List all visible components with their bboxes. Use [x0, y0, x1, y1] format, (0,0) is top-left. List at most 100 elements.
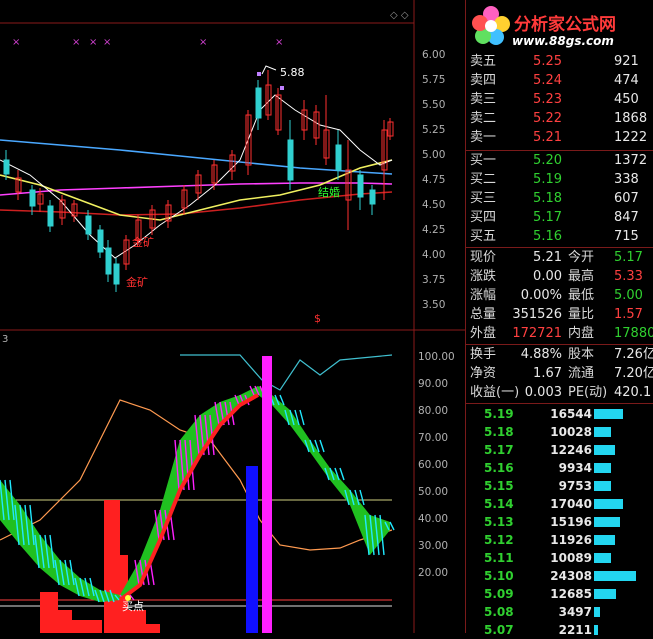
- row-value2: 847: [614, 210, 639, 225]
- row-label2: 量比: [568, 307, 595, 322]
- quote-row: 涨幅 0.00% 最低 5.00: [466, 287, 653, 305]
- row-label: 买五: [470, 229, 497, 244]
- row-label2: 最高: [568, 269, 595, 284]
- row-label: 涨跌: [470, 269, 497, 284]
- brand-name: 分析家公式网: [514, 15, 616, 35]
- ask-row: 卖五 5.25 921: [466, 53, 653, 71]
- brand-url[interactable]: www.88gs.com: [512, 34, 614, 48]
- tick-volume-bar: [594, 607, 600, 617]
- site-logo: 分析家公式网 www.88gs.com: [466, 0, 653, 50]
- osc-band: [0, 385, 395, 603]
- signal-markers: × × × × × ×: [12, 37, 283, 48]
- row-value2: 7.26亿: [614, 347, 653, 362]
- tick-row: 5.08 3497: [466, 603, 653, 621]
- price-axis: 6.00 5.75 5.50 5.25 5.00 4.75 4.50 4.25 4.00 3.75…: [422, 49, 445, 311]
- row-value: 5.17: [533, 210, 562, 225]
- tick-row: 5.15 9753: [466, 477, 653, 495]
- tick-price: 5.12: [484, 533, 514, 547]
- tick-row: 5.18 10028: [466, 423, 653, 441]
- tick-volume-bar: [594, 499, 623, 509]
- finance-row: 净资 1.67 流通 7.20亿: [466, 365, 653, 383]
- tick-volume: 12246: [550, 443, 592, 457]
- quote-row: 现价 5.21 今开 5.17: [466, 249, 653, 267]
- row-label: 卖三: [470, 92, 497, 107]
- tick-volume: 11926: [550, 533, 592, 547]
- dollar-marker: $: [314, 312, 321, 325]
- buy-point-label: 买点: [122, 600, 144, 613]
- osc-axis: 100.00 90.00 80.00 70.00 60.00 50.00 40.00 30.0…: [418, 351, 455, 579]
- tick-price: 5.16: [484, 461, 514, 475]
- row-label: 卖二: [470, 111, 497, 126]
- row-label2: PE(动): [568, 385, 608, 400]
- row-label: 涨幅: [470, 288, 497, 303]
- ma-blue: [0, 139, 393, 175]
- chart-area[interactable]: × × × × × × ◇ ◇ 5.88 金矿 金矿 结婚 $ 6.005.75…: [0, 0, 465, 633]
- tick-row: 5.09 12685: [466, 585, 653, 603]
- svg-text:×: ×: [199, 37, 207, 48]
- row-value2: 7.20亿: [614, 366, 653, 381]
- svg-text:×: ×: [72, 37, 80, 48]
- row-value2: 5.33: [614, 269, 643, 284]
- low-signal-label: 金矿: [126, 275, 148, 289]
- row-label: 总量: [470, 307, 497, 322]
- row-label: 现价: [470, 250, 497, 265]
- tick-price: 5.14: [484, 497, 514, 511]
- tick-volume: 9753: [558, 479, 592, 493]
- svg-text:×: ×: [89, 37, 97, 48]
- blue-signal-bar: [246, 466, 258, 633]
- row-value2: 450: [614, 92, 639, 107]
- row-value: 5.18: [533, 191, 562, 206]
- tick-volume: 9934: [558, 461, 592, 475]
- quote-row: 总量 351526 量比 1.57: [466, 306, 653, 324]
- bid-row: 买四 5.17 847: [466, 209, 653, 227]
- price-tick: 5.00: [422, 149, 445, 161]
- finance-row: 换手 4.88% 股本 7.26亿: [466, 346, 653, 364]
- row-label: 外盘: [470, 326, 497, 341]
- row-label: 买一: [470, 153, 497, 168]
- signal3-label: 结婚: [318, 185, 340, 199]
- upper-signal-label: 金矿: [132, 235, 154, 249]
- osc-tick: 90.00: [418, 378, 448, 390]
- tick-volume: 10089: [550, 551, 592, 565]
- tick-volume-bar: [594, 517, 620, 527]
- row-label2: 股本: [568, 347, 595, 362]
- tick-volume-bar: [594, 445, 615, 455]
- tick-volume: 16544: [550, 407, 592, 421]
- row-value: 5.19: [533, 172, 562, 187]
- row-label2: 最低: [568, 288, 595, 303]
- price-tick: 5.75: [422, 74, 445, 86]
- row-label2: 流通: [568, 366, 595, 381]
- row-value: 351526: [512, 307, 562, 322]
- osc-tick: 30.00: [418, 540, 448, 552]
- row-value: 0.00: [533, 269, 562, 284]
- tick-row: 5.12 11926: [466, 531, 653, 549]
- row-value2: 5.00: [614, 288, 643, 303]
- tick-volume: 24308: [550, 569, 592, 583]
- row-value: 5.20: [533, 153, 562, 168]
- tick-price: 5.11: [484, 551, 514, 565]
- ask-row: 卖二 5.22 1868: [466, 110, 653, 128]
- tick-volume: 15196: [550, 515, 592, 529]
- price-tick: 5.25: [422, 124, 445, 136]
- tick-price: 5.10: [484, 569, 514, 583]
- candlesticks: [3, 70, 394, 292]
- osc-tick: 20.00: [418, 567, 448, 579]
- panel-label: 3: [2, 334, 8, 345]
- osc-band-stripe: [389, 521, 395, 531]
- price-tick: 4.50: [422, 199, 445, 211]
- top-icons[interactable]: ◇ ◇: [390, 10, 409, 21]
- tick-row: 5.16 9934: [466, 459, 653, 477]
- tick-volume-bar: [594, 463, 611, 473]
- tick-row: 5.07 2211: [466, 621, 653, 639]
- svg-text:×: ×: [12, 37, 20, 48]
- price-tick: 6.00: [422, 49, 445, 61]
- row-value: 5.25: [533, 54, 562, 69]
- tick-row: 5.10 24308: [466, 567, 653, 585]
- bid-row: 买一 5.20 1372: [466, 152, 653, 170]
- ask-row: 卖四 5.24 474: [466, 72, 653, 90]
- price-tick: 4.00: [422, 249, 445, 261]
- magenta-signal-bar: [262, 356, 272, 633]
- tick-price: 5.19: [484, 407, 514, 421]
- row-value2: 921: [614, 54, 639, 69]
- tick-volume-bar: [594, 409, 623, 419]
